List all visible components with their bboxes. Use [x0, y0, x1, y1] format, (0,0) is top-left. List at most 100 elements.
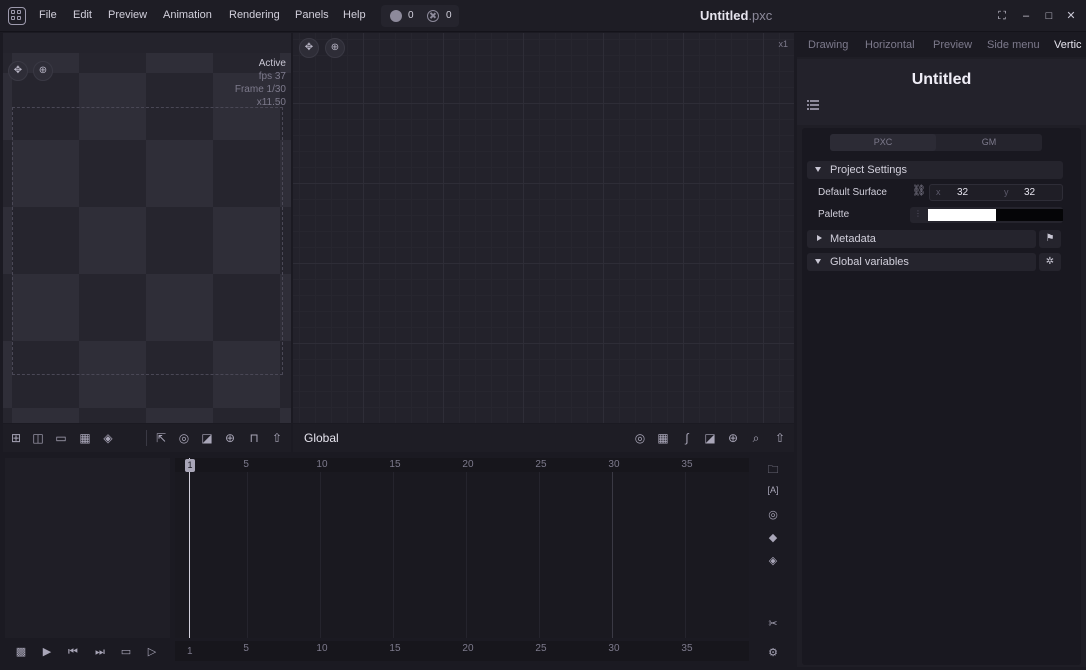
timeline-visibility-icon[interactable]: ◎: [763, 508, 783, 524]
upload-icon[interactable]: ⇧: [270, 431, 284, 445]
error-count: 0: [446, 10, 452, 21]
tile-icon[interactable]: ◪: [200, 431, 214, 445]
timeline-tick: 20: [462, 459, 474, 470]
graph-visibility-icon[interactable]: ◎: [633, 431, 647, 445]
graph-tile-icon[interactable]: ◪: [703, 431, 717, 445]
timeline-settings-icon[interactable]: ⚙: [763, 646, 783, 662]
fullscreen-icon[interactable]: ⛶: [995, 9, 1009, 23]
default-surface-field[interactable]: x 32 y 32: [929, 184, 1063, 201]
zoom-icon[interactable]: ⊕: [33, 61, 53, 81]
menu-preview[interactable]: Preview: [108, 9, 147, 21]
preview-panel[interactable]: ✥ ⊕ Active fps 37 Frame 1/30 x11.50: [3, 33, 291, 423]
timeline-tick: 25: [535, 459, 547, 470]
graph-zoom-level: x1: [778, 39, 788, 49]
preview-stats: Active fps 37 Frame 1/30 x11.50: [235, 57, 286, 109]
lock-icon[interactable]: ⊓: [247, 431, 261, 445]
play-icon[interactable]: ▶: [40, 645, 54, 659]
inspector-header: Untitled: [797, 59, 1086, 125]
graph-panel[interactable]: ✥ ⊕ x1: [293, 33, 794, 423]
visibility-icon[interactable]: ◎: [177, 431, 191, 445]
timeline-gridline: [393, 472, 395, 638]
timeline-layers[interactable]: [5, 458, 170, 638]
menu-panels[interactable]: Panels: [295, 9, 329, 21]
inspector-tabs: Drawing Horizontal Preview Side menu Ver…: [797, 33, 1086, 57]
menu-edit[interactable]: Edit: [73, 9, 92, 21]
skip-start-icon[interactable]: ⏮: [66, 645, 80, 659]
search-icon[interactable]: ⌕: [749, 431, 763, 445]
global-variables-button[interactable]: ✲: [1039, 253, 1061, 271]
list-icon[interactable]: [807, 99, 819, 111]
tab-drawing[interactable]: Drawing: [808, 39, 848, 51]
gear-icon: ✲: [1045, 256, 1055, 267]
tab-vertical[interactable]: Vertic: [1054, 39, 1082, 51]
surface-bounds: [12, 107, 283, 375]
timeline-gridline: [466, 472, 468, 638]
onion-skin-icon[interactable]: ◈: [101, 431, 115, 445]
tools-icon[interactable]: ✂: [763, 617, 783, 633]
timeline-gridline: [612, 472, 614, 638]
maximize-icon[interactable]: □: [1042, 9, 1056, 23]
loop-icon[interactable]: ▷: [145, 645, 159, 659]
warning-count: 0: [408, 10, 414, 21]
timeline-onion-icon[interactable]: ◈: [763, 554, 783, 570]
section-metadata[interactable]: Metadata: [807, 230, 1036, 248]
palette-field[interactable]: ⋮: [910, 207, 1063, 223]
export-icon[interactable]: ⇱: [154, 431, 168, 445]
tab-side-menu[interactable]: Side menu: [987, 39, 1040, 51]
close-icon[interactable]: ✕: [1064, 9, 1078, 23]
menu-rendering[interactable]: Rendering: [229, 9, 280, 21]
surface-height-value[interactable]: 32: [1024, 187, 1035, 198]
keyframe-icon[interactable]: ◆: [763, 531, 783, 547]
timeline-tick-bottom: 10: [316, 643, 328, 654]
folder-icon[interactable]: 🗀: [763, 461, 783, 477]
fit-view-icon[interactable]: ▭: [54, 431, 68, 445]
preview-toolbar: ⊞ ◫ ▭ ▦ ◈ ⇱ ◎ ◪ ⊕ ⊓ ⇧: [3, 424, 291, 452]
metadata-button[interactable]: ⚑: [1039, 230, 1061, 248]
add-icon[interactable]: ⊞: [9, 431, 23, 445]
center-icon[interactable]: ⊕: [223, 431, 237, 445]
graph-upload-icon[interactable]: ⇧: [773, 431, 787, 445]
segment-gm[interactable]: GM: [936, 134, 1042, 151]
timeline-tick: 10: [316, 459, 328, 470]
app-logo-icon[interactable]: [8, 7, 26, 25]
y-axis-label: y: [1004, 187, 1009, 197]
rename-icon[interactable]: [A]: [763, 485, 783, 501]
graph-zoom-icon[interactable]: ⊕: [325, 38, 345, 58]
surface-width-value[interactable]: 32: [957, 187, 968, 198]
menu-bar: File Edit Preview Animation Rendering Pa…: [0, 0, 1086, 32]
timeline-track[interactable]: [175, 472, 749, 638]
inspector-title: Untitled: [911, 71, 972, 88]
tab-horizontal[interactable]: Horizontal: [865, 39, 915, 51]
section-label: Global variables: [830, 256, 909, 268]
menu-animation[interactable]: Animation: [163, 9, 212, 21]
graph-grid-icon[interactable]: ▦: [656, 431, 670, 445]
tab-preview[interactable]: Preview: [933, 39, 972, 51]
default-surface-label: Default Surface: [818, 187, 887, 198]
link-icon[interactable]: ⛓: [912, 184, 926, 197]
current-frame-marker[interactable]: 1: [185, 459, 195, 472]
segment-pxc[interactable]: PXC: [830, 134, 936, 151]
split-view-icon[interactable]: ◫: [31, 431, 45, 445]
drag-handle-icon[interactable]: ⋮: [914, 209, 922, 218]
graph-context-label[interactable]: Global: [304, 431, 339, 445]
graph-pan-icon[interactable]: ✥: [299, 38, 319, 58]
notification-counter[interactable]: 0 0: [381, 5, 459, 27]
graph-center-icon[interactable]: ⊕: [726, 431, 740, 445]
section-global-variables[interactable]: Global variables: [807, 253, 1036, 271]
inspector-body: PXC GM Project Settings Default Surface …: [802, 128, 1081, 665]
record-icon[interactable]: ▭: [119, 645, 133, 659]
grid-settings-icon[interactable]: ▦: [78, 431, 92, 445]
timeline-gridline: [539, 472, 541, 638]
minimize-icon[interactable]: –: [1019, 9, 1033, 23]
skip-end-icon[interactable]: ⏭: [93, 645, 107, 659]
menu-help[interactable]: Help: [343, 9, 366, 21]
preview-frame: Frame 1/30: [234, 84, 286, 95]
pan-icon[interactable]: ✥: [8, 61, 28, 81]
playhead[interactable]: [189, 458, 190, 638]
project-extension: .pxc: [748, 8, 773, 23]
curve-icon[interactable]: ∫: [680, 431, 694, 445]
stop-icon[interactable]: ▩: [14, 645, 28, 659]
format-switch: PXC GM: [830, 134, 1042, 151]
section-project-settings[interactable]: Project Settings: [807, 161, 1063, 179]
menu-file[interactable]: File: [39, 9, 57, 21]
